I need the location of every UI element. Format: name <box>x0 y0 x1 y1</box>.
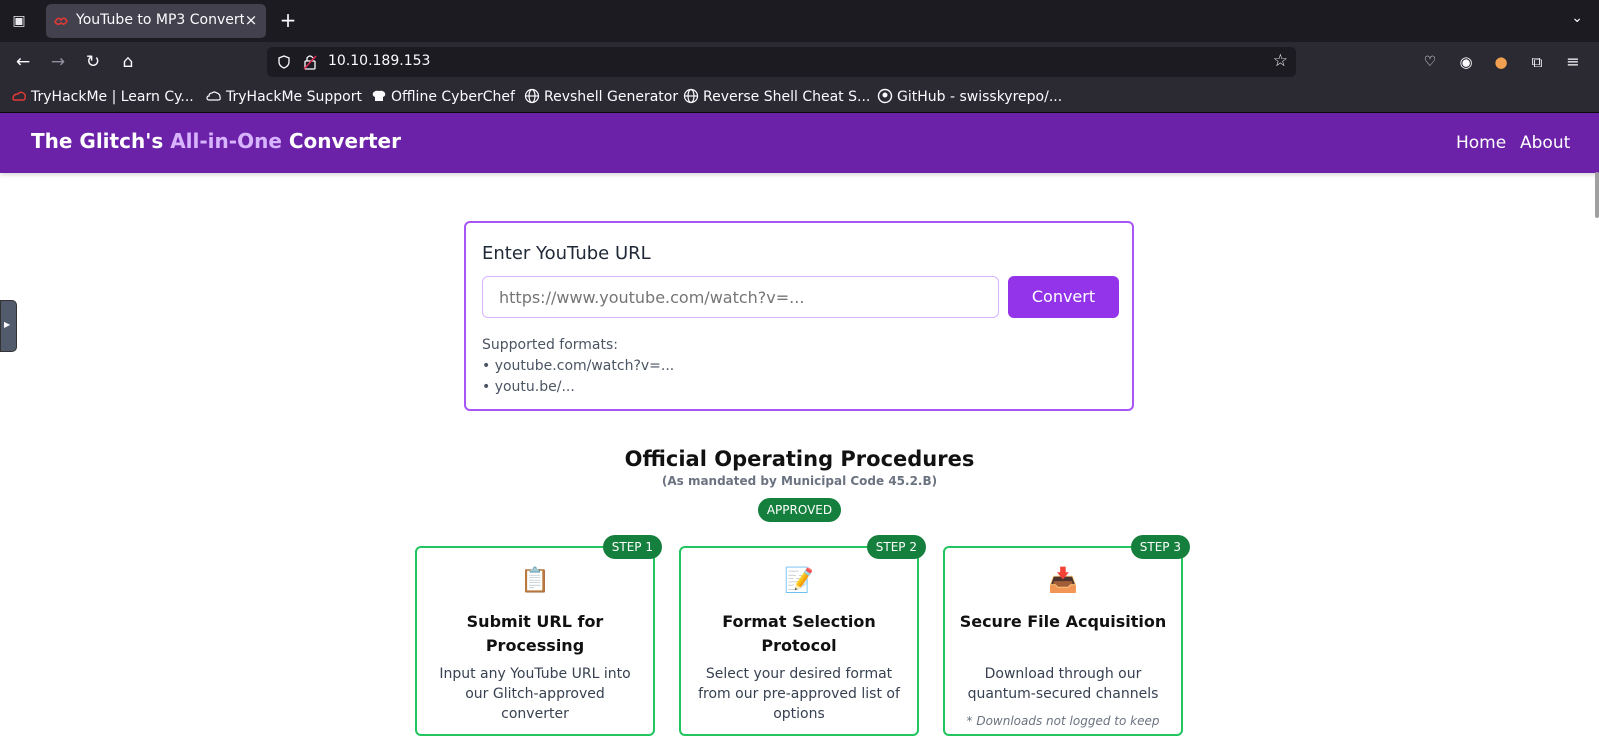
bookmarks-toolbar: TryHackMe | Learn Cy... TryHackMe Suppor… <box>0 82 1599 113</box>
site-brand[interactable]: The Glitch's All-in-One Converter <box>31 129 401 153</box>
step-footnote: * Downloads not logged to keep <box>966 714 1160 728</box>
step-card-3: STEP 3 📥 Secure File Acquisition Downloa… <box>943 535 1190 736</box>
bookmark-label: Offline CyberChef <box>391 89 515 105</box>
download-tray-icon: 📥 <box>1048 566 1078 594</box>
globe-icon <box>683 88 699 104</box>
shield-icon[interactable] <box>277 55 291 69</box>
back-icon[interactable]: ← <box>12 51 34 73</box>
brand-text: The Glitch's <box>31 129 171 153</box>
step-card-1: STEP 1 📋 Submit URL for Processing Input… <box>415 535 662 736</box>
tryhackme-icon <box>12 91 26 101</box>
step-badge: STEP 3 <box>1130 535 1190 559</box>
cloud-icon <box>206 91 221 101</box>
chef-icon <box>372 90 386 101</box>
step-badge: STEP 1 <box>602 535 662 559</box>
menu-icon[interactable]: ≡ <box>1562 51 1584 73</box>
format-item: • youtube.com/watch?v=... <box>482 358 675 374</box>
formats-heading: Supported formats: <box>482 337 619 353</box>
procedures-title: Official Operating Procedures <box>624 447 975 471</box>
bookmark-item[interactable]: TryHackMe Support <box>206 88 362 105</box>
bookmark-label: Reverse Shell Cheat S... <box>703 89 871 105</box>
format-item: • youtu.be/... <box>482 379 575 395</box>
memo-icon: 📝 <box>784 566 814 594</box>
home-icon[interactable]: ⌂ <box>117 51 139 73</box>
globe-icon <box>524 88 540 104</box>
clipboard-icon: 📋 <box>520 566 550 594</box>
bookmark-item[interactable]: Offline CyberChef <box>371 88 515 105</box>
close-tab-icon[interactable]: × <box>242 10 260 30</box>
bookmark-label: TryHackMe Support <box>226 89 362 105</box>
brand-accent-text: All-in-One <box>170 129 282 153</box>
approved-badge: APPROVED <box>758 498 841 522</box>
step-description: Download through our quantum-secured cha… <box>967 666 1159 702</box>
bookmark-label: Revshell Generator <box>544 89 679 105</box>
github-icon <box>877 88 893 104</box>
pocket-icon[interactable]: ♡ <box>1419 51 1441 73</box>
bookmark-label: GitHub - swisskyrepo/... <box>897 89 1063 105</box>
url-text: 10.10.189.153 <box>328 53 431 69</box>
step-title: Secure File Acquisition <box>959 612 1167 631</box>
bookmark-item[interactable]: TryHackMe | Learn Cy... <box>11 88 194 105</box>
bookmark-label: TryHackMe | Learn Cy... <box>31 89 194 105</box>
converter-card: Enter YouTube URL Convert Supported form… <box>464 221 1134 411</box>
step-title: Submit URL for Processing <box>466 612 604 655</box>
step-badge: STEP 2 <box>866 535 926 559</box>
browser-tab-strip: ▣ YouTube to MP3 Converter × + ⌄ <box>0 0 1599 42</box>
bookmark-item[interactable]: GitHub - swisskyrepo/... <box>877 88 1062 105</box>
convert-button[interactable]: Convert <box>1008 276 1119 318</box>
bookmark-item[interactable]: Reverse Shell Cheat S... <box>683 88 870 105</box>
new-tab-icon[interactable]: + <box>276 9 300 33</box>
step-description: Input any YouTube URL into our Glitch-ap… <box>439 666 631 722</box>
bookmark-item[interactable]: Revshell Generator <box>524 88 678 105</box>
procedures-subtitle: (As mandated by Municipal Code 45.2.B) <box>661 474 938 488</box>
navigation-toolbar: ← → ↻ ⌂ 10.10.189.153 ☆ ♡ ◉ ● ⧉ ≡ <box>0 42 1599 82</box>
url-bar[interactable]: 10.10.189.153 ☆ <box>267 47 1296 77</box>
site-header: The Glitch's All-in-One Converter Home A… <box>0 113 1599 173</box>
nav-about-link[interactable]: About <box>1520 133 1570 153</box>
extensions-icon[interactable]: ⧉ <box>1526 51 1548 73</box>
account-icon[interactable]: ◉ <box>1455 51 1477 73</box>
step-description: Select your desired format from our pre-… <box>698 666 900 722</box>
supported-formats: Supported formats: • youtube.com/watch?v… <box>482 335 674 398</box>
youtube-url-input[interactable] <box>482 276 999 318</box>
insecure-lock-icon[interactable] <box>303 54 317 70</box>
extension-badge-icon[interactable]: ● <box>1490 51 1512 73</box>
tab-list-icon[interactable]: ▣ <box>8 10 30 32</box>
brand-text-end: Converter <box>281 129 401 153</box>
bookmark-star-icon[interactable]: ☆ <box>1273 51 1288 71</box>
chevron-down-icon[interactable]: ⌄ <box>1571 10 1583 26</box>
reload-icon[interactable]: ↻ <box>82 51 104 73</box>
tab-favicon-icon <box>54 17 68 26</box>
step-title: Format Selection Protocol <box>722 612 876 655</box>
play-arrow-icon: ▶ <box>4 320 11 329</box>
page-scrollbar[interactable] <box>1595 172 1599 218</box>
browser-tab[interactable]: YouTube to MP3 Converter × <box>46 4 266 38</box>
step-card-2: STEP 2 📝 Format Selection Protocol Selec… <box>679 535 926 736</box>
nav-home-link[interactable]: Home <box>1456 133 1506 153</box>
tab-title: YouTube to MP3 Converter <box>76 12 244 28</box>
url-input-label: Enter YouTube URL <box>482 243 651 264</box>
forward-icon[interactable]: → <box>47 51 69 73</box>
sidebar-toggle-handle[interactable]: ▶ <box>0 300 17 352</box>
